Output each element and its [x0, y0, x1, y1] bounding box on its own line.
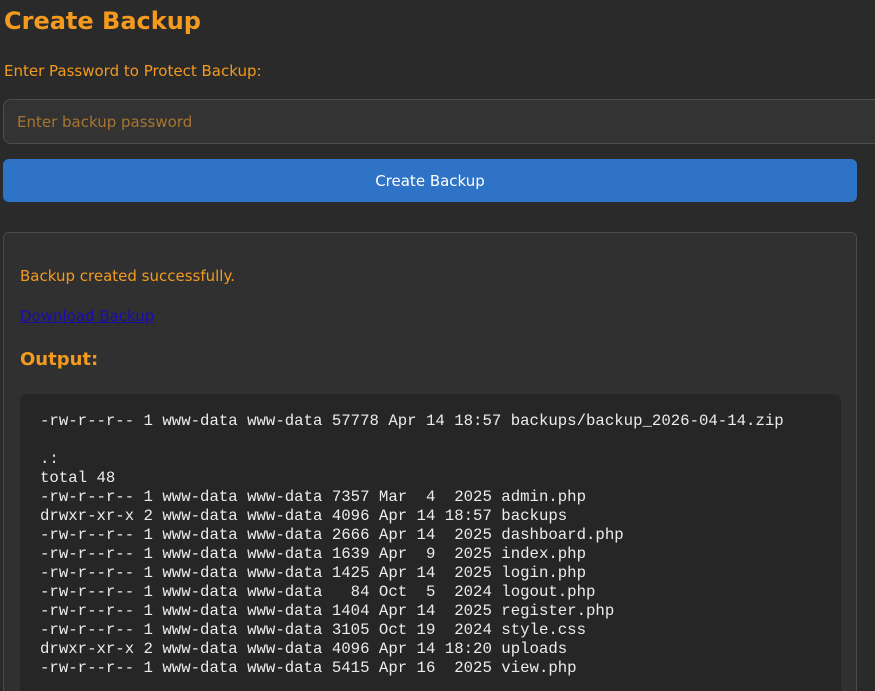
page-title: Create Backup — [4, 7, 201, 35]
backup-page: Create Backup Enter Password to Protect … — [0, 0, 875, 691]
create-backup-button[interactable]: Create Backup — [3, 159, 857, 202]
success-message: Backup created successfully. — [20, 267, 235, 285]
command-output: -rw-r--r-- 1 www-data www-data 57778 Apr… — [20, 394, 841, 691]
password-input[interactable] — [3, 99, 875, 144]
output-heading: Output: — [20, 349, 99, 370]
result-panel: Backup created successfully. Download Ba… — [3, 232, 857, 691]
download-backup-link[interactable]: Download Backup — [20, 306, 154, 326]
password-label: Enter Password to Protect Backup: — [4, 62, 262, 80]
